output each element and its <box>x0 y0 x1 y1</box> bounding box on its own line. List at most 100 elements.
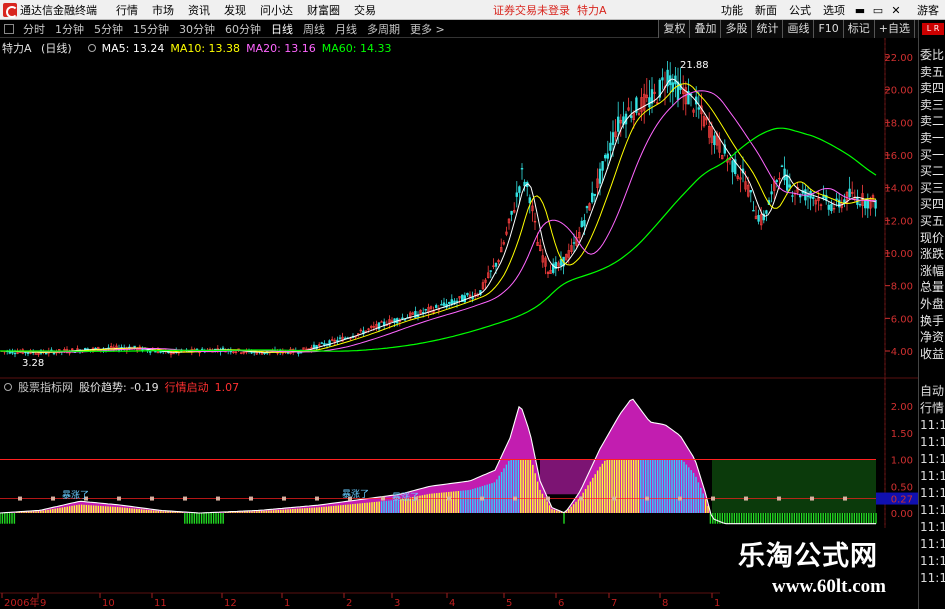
tick-time-label: 11:1 <box>920 503 945 517</box>
menu-item-discover[interactable]: 发现 <box>217 2 253 18</box>
candle-body <box>775 180 779 183</box>
period-intraday[interactable]: 分时 <box>18 21 50 37</box>
time-tick-label: 6 <box>558 598 564 609</box>
candle-body <box>463 295 466 303</box>
signal-marker <box>744 496 748 501</box>
signal-marker <box>711 496 715 501</box>
close-icon[interactable]: ✕ <box>887 4 905 17</box>
price-tick-label: 14.00 <box>884 184 913 195</box>
period-more[interactable]: 更多 > <box>405 21 450 37</box>
minimize-icon[interactable]: ▬ <box>851 4 869 17</box>
candle-body <box>442 302 446 306</box>
indicator-tick-label: 0.50 <box>891 482 913 493</box>
price-panel <box>0 60 877 358</box>
signal-marker <box>249 496 253 501</box>
time-tick-label: 9 <box>40 598 46 609</box>
mark-button[interactable]: 标记 <box>842 20 874 38</box>
ma5-line <box>0 78 877 354</box>
candle-body <box>752 209 755 212</box>
quote-field-label: 卖四 <box>920 81 945 96</box>
menu-item-quotes[interactable]: 行情 <box>109 2 145 18</box>
period-multi[interactable]: 多周期 <box>362 21 405 37</box>
quote-field-label: 总量 <box>920 280 945 295</box>
grid-icon[interactable] <box>4 23 14 34</box>
quote-field-label: 买三 <box>920 180 945 195</box>
time-tick-label: 2006年 <box>4 596 39 609</box>
period-weekly[interactable]: 周线 <box>298 21 330 37</box>
candle-body <box>676 81 680 101</box>
price-tick-label: 10.00 <box>884 249 913 260</box>
time-tick-label: 4 <box>449 598 455 609</box>
period-15min[interactable]: 15分钟 <box>128 21 174 37</box>
period-daily[interactable]: 日线 <box>266 21 298 37</box>
quote-field-label: 净资 <box>920 330 945 345</box>
quote-side-panel: L R 委比 卖五 卖四 卖三 卖二 卖一 买一 买二 买三 买四 买五 现价 涨跌 涨幅 总量 外盘 换手 净资… <box>918 20 945 609</box>
candle-body <box>609 142 612 151</box>
menu-item-news[interactable]: 资讯 <box>181 2 217 18</box>
settings-circle-icon[interactable] <box>87 44 96 52</box>
candle-body <box>616 116 620 132</box>
menu-item-ask[interactable]: 问小达 <box>253 2 300 18</box>
quote-field-label: 换手 <box>920 313 945 328</box>
signal-marker <box>678 496 682 501</box>
kline-chart[interactable]: 22.0020.0018.0016.0014.0012.0010.008.006… <box>0 38 918 609</box>
maximize-icon[interactable]: ▭ <box>869 4 887 17</box>
annotation-high: 21.88 <box>680 60 709 71</box>
f10-button[interactable]: F10 <box>813 20 843 38</box>
candle-body <box>380 321 383 323</box>
overlay-button[interactable]: 叠加 <box>689 20 721 38</box>
candle-body <box>583 220 586 227</box>
quote-field-label: 卖五 <box>920 64 945 79</box>
candle-body <box>528 197 532 204</box>
candle-body <box>221 347 225 350</box>
menu-bar: 通达信金融终端 行情 市场 资讯 发现 问小达 财富圈 交易 证券交易未登录 特… <box>0 0 945 20</box>
multi-stock-button[interactable]: 多股 <box>720 20 752 38</box>
time-tick-label: 10 <box>102 598 115 609</box>
menu-item-wealth[interactable]: 财富圈 <box>300 2 347 18</box>
draw-line-button[interactable]: 画线 <box>782 20 814 38</box>
menu-item-function[interactable]: 功能 <box>715 2 749 18</box>
signal-marker <box>150 496 154 501</box>
candle-body <box>858 203 862 206</box>
menu-item-options[interactable]: 选项 <box>817 2 851 18</box>
period-60min[interactable]: 60分钟 <box>220 21 266 37</box>
candle-body <box>382 321 386 326</box>
signal-marker <box>216 496 220 501</box>
candle-body <box>494 262 498 267</box>
tick-time-label: 自动 <box>920 384 945 398</box>
guest-link[interactable]: 游客 <box>911 2 945 18</box>
candle-body <box>154 350 157 353</box>
tick-time-label: 11:1 <box>920 469 945 483</box>
menu-item-market[interactable]: 市场 <box>145 2 181 18</box>
annotation-low: 3.28 <box>22 358 44 369</box>
candle-body <box>44 352 48 355</box>
menu-item-new-page[interactable]: 新面 <box>749 2 783 18</box>
add-watchlist-button[interactable]: +自选 <box>873 20 914 38</box>
time-tick-label: 11 <box>154 598 167 609</box>
candle-body <box>783 168 786 181</box>
time-tick-label: 3 <box>394 598 400 609</box>
panel-badge[interactable]: L R <box>922 23 944 35</box>
indicator-circle-icon[interactable] <box>4 383 12 391</box>
indicator-tick-label: 0.27 <box>891 495 913 506</box>
tick-time-label: 11:1 <box>920 418 945 432</box>
period-30min[interactable]: 30分钟 <box>174 21 220 37</box>
quote-field-label: 买二 <box>920 164 945 179</box>
signal-marker <box>546 496 550 501</box>
time-tick-label: 2 <box>346 598 352 609</box>
restore-rights-button[interactable]: 复权 <box>658 20 690 38</box>
candle-body <box>788 184 792 188</box>
period-5min[interactable]: 5分钟 <box>89 21 128 37</box>
price-tick-label: 12.00 <box>884 216 913 227</box>
watermark-url: www.60lt.com <box>772 576 886 597</box>
stats-button[interactable]: 统计 <box>751 20 783 38</box>
menu-item-formula[interactable]: 公式 <box>783 2 817 18</box>
menu-item-trade[interactable]: 交易 <box>347 2 383 18</box>
period-monthly[interactable]: 月线 <box>330 21 362 37</box>
chart-annotations: 21.88 3.28 暴涨了 暴涨了 暴涨了 <box>22 60 709 503</box>
tick-time-label: 11:1 <box>920 537 945 551</box>
ma20-label: MA20: 13.16 <box>246 41 316 55</box>
candle-body <box>848 188 851 198</box>
candle-body <box>414 311 417 318</box>
period-1min[interactable]: 1分钟 <box>50 21 89 37</box>
